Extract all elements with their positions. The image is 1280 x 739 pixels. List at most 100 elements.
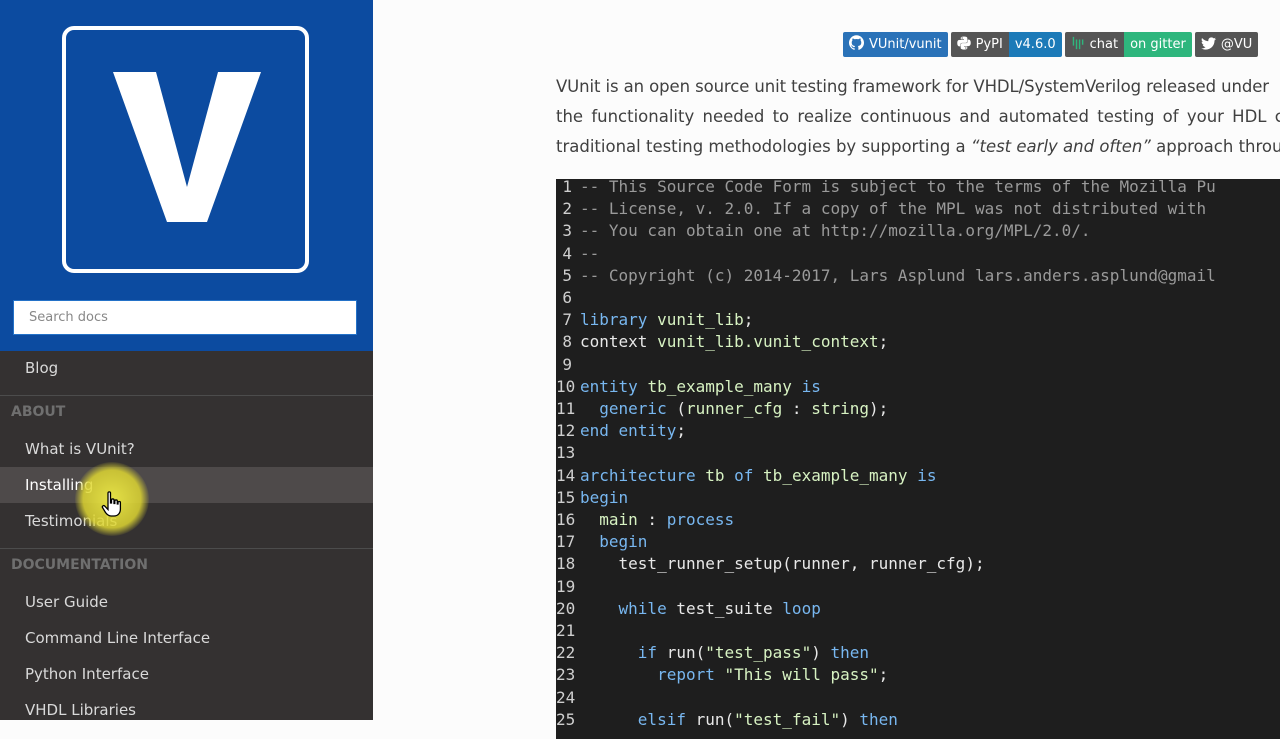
code-token: begin [580,487,629,507]
code-token: is [801,376,821,396]
line-number: 16 [556,510,576,529]
line-number: 7 [562,310,572,330]
code-token: report [657,665,715,685]
line-number: 6 [562,288,572,307]
sidebar: Blog About What is VUnit? Installing Tes… [0,0,373,720]
code-token: tb_example_many [763,465,908,485]
gitter-badge[interactable]: chat on gitter [1064,32,1192,57]
code-token: loop [782,598,821,618]
code-token: ( [666,399,686,418]
gitter-icon [1072,36,1083,50]
code-token: ) [811,643,831,663]
logo-v-icon [113,72,261,222]
code-token: context [580,332,658,352]
code-token: "This will pass" [724,665,879,685]
code-token: ; [676,421,686,441]
intro-line: traditional testing methodologies by sup… [556,132,1280,162]
line-number: 4 [562,243,572,263]
sidebar-item-vhdl-libraries[interactable]: VHDL Libraries [0,692,373,720]
code-token: runner_cfg [685,399,783,418]
code-line: 20 while test_suite loop [556,598,821,620]
nav-divider [0,395,373,396]
pypi-badge-label: PyPI [975,37,1003,52]
sidebar-item-installing[interactable]: Installing [0,467,373,503]
vunit-logo[interactable] [62,26,309,273]
code-token: tb_example_many [647,376,792,396]
code-token: "test_pass" [705,643,812,663]
code-block[interactable]: 1 -- This Source Code Form is subject to … [556,179,1280,739]
code-line: 16 main : process [556,509,734,531]
code-token: elsif [637,709,686,729]
code-token: -- You can obtain one at http://mozilla.… [580,221,1091,241]
sidebar-item-python-interface[interactable]: Python Interface [0,656,373,692]
code-token: entity [618,421,677,441]
code-token: "test_fail" [734,709,841,729]
code-line: 4 -- [556,243,599,265]
gitter-badge-label: chat [1089,37,1119,52]
code-token: ; [743,310,754,330]
line-number: 3 [562,221,572,241]
sidebar-item-blog[interactable]: Blog [0,350,373,386]
intro-paragraph: VUnit is an open source unit testing fra… [556,72,1280,162]
line-number: 21 [556,621,576,640]
sidebar-item-cli[interactable]: Command Line Interface [0,620,373,656]
pypi-badge-version: v4.6.0 [1008,32,1062,57]
line-number: 20 [556,598,576,618]
line-number: 9 [562,354,572,374]
code-line: 18 test_runner_setup(runner, runner_cfg)… [556,553,985,575]
code-token: end [580,421,609,441]
code-line: 5 -- Copyright (c) 2014-2017, Lars Asplun… [556,265,1215,287]
sidebar-item-what-is-vunit[interactable]: What is VUnit? [0,431,373,467]
line-number: 1 [562,179,572,196]
github-badge-label: VUnit/vunit [869,37,942,52]
code-token: ); [869,399,889,418]
gitter-badge-value: on gitter [1124,32,1192,57]
line-number: 10 [556,376,576,396]
line-number: 24 [556,687,576,707]
code-token: entity [580,376,638,396]
line-number: 13 [556,443,576,463]
code-line: 15 begin [556,487,628,509]
code-line: 2 -- License, v. 2.0. If a copy of the MP… [556,198,1206,220]
code-token: architecture [580,465,696,485]
code-line: 1 -- This Source Code Form is subject to … [556,179,1215,198]
intro-text: traditional testing methodologies by sup… [556,137,971,156]
code-token: ; [878,665,889,685]
code-line: 6 [556,287,580,309]
code-line: 10 entity tb_example_many is [556,376,821,398]
github-badge[interactable]: VUnit/vunit [843,32,948,57]
code-token: main [599,510,638,529]
code-line: 21 [556,620,580,642]
code-token: begin [599,532,648,552]
code-token: run( [657,643,706,663]
code-token: then [859,709,898,729]
pypi-badge[interactable]: PyPI v4.6.0 [950,32,1062,57]
sidebar-item-testimonials[interactable]: Testimonials [0,503,373,539]
intro-line: VUnit is an open source unit testing fra… [556,77,1269,96]
line-number: 15 [556,487,576,507]
sidebar-item-user-guide[interactable]: User Guide [0,584,373,620]
code-line: 24 [556,687,580,709]
line-number: 17 [556,532,576,552]
line-number: 22 [556,643,576,663]
twitter-badge-label: @VU [1220,37,1253,52]
code-line: 23 report "This will pass"; [556,664,888,686]
code-line: 22 if run("test_pass") then [556,642,869,664]
line-number: 23 [556,665,576,685]
twitter-badge[interactable]: @VU [1194,32,1259,57]
code-line: 19 [556,576,580,598]
code-token: if [637,643,658,663]
search-input[interactable] [13,300,357,335]
code-line: 17 begin [556,531,647,553]
line-number: 19 [556,576,576,596]
line-number: 5 [562,265,572,285]
